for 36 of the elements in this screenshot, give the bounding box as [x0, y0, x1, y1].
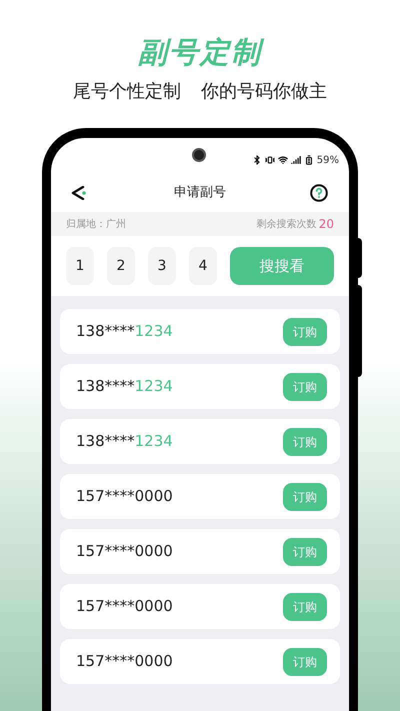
promo-subtitle: 你的号码你做主	[201, 80, 327, 104]
phone-number: 157****0000	[76, 486, 173, 508]
digit-field[interactable]: 1	[66, 247, 94, 285]
order-button[interactable]: 订购	[283, 318, 327, 346]
battery-icon	[304, 155, 314, 165]
camera-icon	[192, 148, 206, 162]
back-icon	[71, 186, 87, 200]
location-text: 归属地：广州	[66, 218, 126, 232]
search-button[interactable]: 搜搜看	[230, 247, 334, 285]
battery-text: 59%	[316, 154, 339, 168]
remaining-label: 剩余搜索次数	[256, 218, 317, 232]
phone-number: 157****0000	[76, 651, 173, 672]
digit-field[interactable]: 3	[148, 247, 176, 285]
order-button[interactable]: 订购	[283, 482, 327, 510]
remaining-count: 20	[318, 216, 334, 233]
digit-field[interactable]: 2	[107, 247, 135, 285]
promo-subtitle: 尾号个性定制	[73, 80, 181, 104]
signal-icon	[290, 155, 301, 165]
header-title: 申请副号	[174, 184, 226, 202]
phone-number: 138****1234	[76, 321, 173, 342]
help-button[interactable]	[309, 183, 329, 203]
order-button[interactable]: 订购	[283, 372, 327, 400]
phone-number: 157****0000	[76, 541, 173, 562]
wifi-icon	[278, 155, 288, 165]
promo-title: 副号定制	[138, 34, 262, 70]
order-button[interactable]: 订购	[283, 428, 327, 456]
digit-field[interactable]: 4	[189, 247, 217, 285]
phone-number: 157****0000	[76, 596, 173, 618]
phone-number: 138****1234	[76, 431, 173, 452]
phone-number: 138****1234	[76, 376, 173, 398]
bluetooth-icon	[252, 155, 262, 165]
order-button[interactable]: 订购	[283, 592, 327, 620]
vibrate-icon	[264, 155, 275, 165]
order-button[interactable]: 订购	[283, 648, 327, 676]
order-button[interactable]: 订购	[283, 538, 327, 566]
help-icon	[310, 184, 328, 202]
